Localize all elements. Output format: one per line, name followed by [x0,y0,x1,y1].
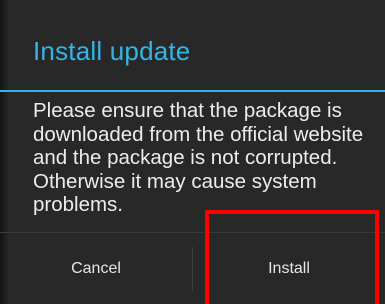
dialog-button-bar: Cancel Install [0,232,385,304]
cancel-button[interactable]: Cancel [0,233,192,304]
install-button[interactable]: Install [193,233,385,304]
install-update-dialog: Install update Please ensure that the pa… [0,0,385,304]
screen: Install update Please ensure that the pa… [0,0,385,304]
title-divider [0,90,385,92]
dialog-message: Please ensure that the package is downlo… [33,99,364,216]
dialog-title: Install update [33,36,191,66]
